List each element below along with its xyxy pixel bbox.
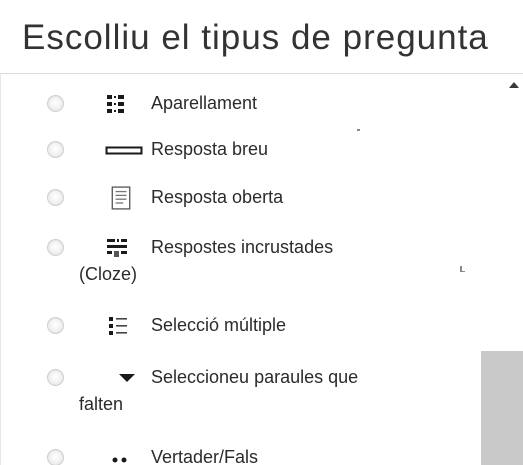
- option-matching[interactable]: Aparellament: [1, 90, 471, 118]
- option-true-false[interactable]: Vertader/Fals: [1, 444, 471, 465]
- radio-short-answer[interactable]: [47, 141, 64, 158]
- short-answer-icon: [105, 146, 143, 155]
- essay-icon: [111, 186, 131, 210]
- option-label: Resposta breu: [151, 139, 269, 159]
- option-label: Respostes incrustades: [151, 237, 334, 257]
- cloze-icon: [107, 239, 127, 257]
- option-label: Seleccioneu paraules que: [151, 367, 359, 387]
- option-missing-words[interactable]: Seleccioneu paraules que falten: [1, 364, 471, 414]
- radio-essay[interactable]: [47, 189, 64, 206]
- option-multiple-choice[interactable]: Selecció múltiple: [1, 312, 471, 340]
- true-false-icon: [112, 457, 127, 463]
- radio-matching[interactable]: [47, 95, 64, 112]
- dropdown-icon: [119, 374, 135, 382]
- option-essay[interactable]: Resposta oberta: [1, 184, 471, 212]
- option-label: Resposta oberta: [151, 187, 284, 207]
- option-cloze[interactable]: Respostes incrustades (Cloze): [1, 234, 471, 284]
- multiple-choice-icon: [109, 317, 127, 335]
- radio-missing-words[interactable]: [47, 369, 64, 386]
- stray-pixel-mark: [357, 129, 360, 131]
- question-type-options: Aparellament Resposta breu Resposta ober…: [0, 74, 523, 465]
- dialog-title: Escolliu el tipus de pregunta: [22, 18, 489, 57]
- option-short-answer[interactable]: Resposta breu: [1, 136, 471, 164]
- option-label: Selecció múltiple: [151, 315, 287, 335]
- stray-pixel-mark: [462, 271, 465, 272]
- option-label: Aparellament: [151, 93, 258, 113]
- matching-icon: [107, 95, 124, 113]
- option-label-continuation: falten: [79, 394, 124, 414]
- scroll-up-arrow-icon[interactable]: [509, 82, 519, 88]
- radio-cloze[interactable]: [47, 239, 64, 256]
- radio-true-false[interactable]: [47, 449, 64, 465]
- dialog-header: Escolliu el tipus de pregunta: [0, 0, 523, 74]
- option-label-continuation: (Cloze): [79, 264, 138, 284]
- scrollbar-thumb[interactable]: [481, 351, 523, 465]
- option-label: Vertader/Fals: [151, 447, 259, 465]
- radio-multiple-choice[interactable]: [47, 317, 64, 334]
